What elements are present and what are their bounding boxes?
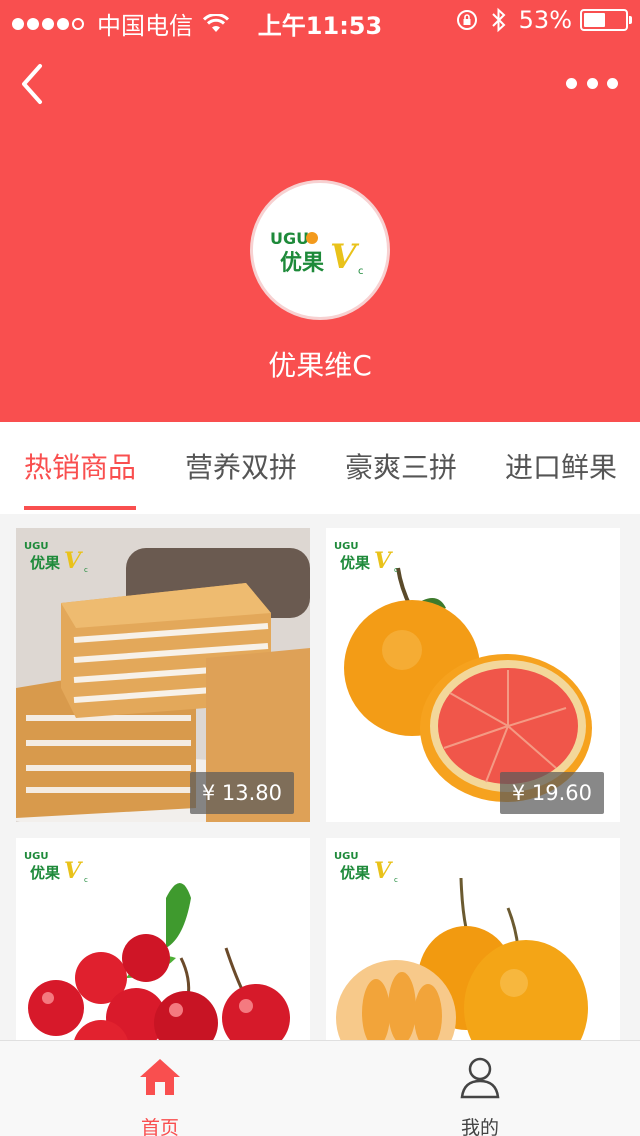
tab-home[interactable]: 首页 [0, 1041, 320, 1136]
bottom-tab-bar: 首页 我的 [0, 1040, 640, 1136]
product-card[interactable]: UGU 优果 V c ¥ 13.80 [16, 528, 310, 822]
product-grid: UGU 优果 V c ¥ 13.80 UGU 优果 V c ¥ 19.60 UG… [0, 514, 640, 1040]
price-tag: ¥ 13.80 [189, 772, 294, 814]
back-button[interactable] [18, 62, 58, 106]
rotation-lock-icon [456, 10, 477, 30]
store-header: 中国电信 上午11:53 53% UGU 优果 V c 优果维C [0, 0, 640, 422]
logo-sub: c [394, 566, 398, 574]
more-dot [586, 77, 598, 89]
logo-text-bottom: 优果 [340, 864, 371, 882]
home-icon [140, 1059, 180, 1095]
tab-nutrition-double[interactable]: 营养双拼 [185, 446, 297, 486]
status-bar: 中国电信 上午11:53 53% [0, 0, 640, 40]
logo-text-top: UGU [24, 851, 48, 862]
more-dot [607, 77, 618, 89]
more-dot [566, 77, 577, 89]
logo-text-bottom: 优果 [30, 554, 61, 572]
user-icon [460, 1057, 500, 1099]
tab-triple-combo[interactable]: 豪爽三拼 [345, 446, 457, 486]
brand-logo: UGU 优果 V c [334, 851, 398, 884]
battery-icon [580, 9, 632, 31]
logo-text-top: UGU [334, 851, 358, 862]
tab-home-label: 首页 [140, 1117, 179, 1136]
product-card[interactable]: UGU 优果 V c ¥ 19.60 [326, 528, 620, 822]
logo-letter: V [330, 237, 360, 277]
logo-text-bottom: 优果 [280, 250, 324, 276]
logo-text-top: UGU [334, 541, 358, 552]
store-name: 优果维C [268, 349, 372, 382]
logo-letter: V [374, 858, 393, 884]
active-tab-indicator [24, 506, 136, 510]
brand-logo: UGU 优果 V c [24, 851, 88, 884]
logo-text-top: UGU [24, 541, 48, 552]
logo-text-bottom: 优果 [340, 554, 371, 572]
product-card[interactable]: UGU 优果 V c [326, 838, 620, 1040]
brand-logo: UGU 优果 V c [270, 229, 364, 277]
tab-imported-fruit[interactable]: 进口鲜果 [505, 446, 617, 486]
battery-percent: 53% [518, 6, 572, 34]
category-tabs: 热销商品 营养双拼 豪爽三拼 进口鲜果 [0, 422, 640, 514]
logo-text-bottom: 优果 [30, 864, 61, 882]
logo-sub: c [84, 566, 88, 574]
logo-letter: V [374, 548, 393, 574]
more-button[interactable] [566, 68, 618, 98]
brand-logo: UGU 优果 V c [334, 541, 398, 574]
bluetooth-icon [491, 7, 506, 33]
logo-letter: V [64, 858, 83, 884]
logo-letter: V [64, 548, 83, 574]
brand-logo: UGU 优果 V c [24, 541, 88, 574]
product-card[interactable]: UGU 优果 V c [16, 838, 310, 1040]
logo-sub: c [358, 266, 364, 277]
price-tag: ¥ 19.60 [499, 772, 604, 814]
logo-sub: c [394, 876, 398, 884]
tab-mine[interactable]: 我的 [320, 1041, 640, 1136]
logo-text-top: UGU [270, 229, 309, 248]
tab-hot-products[interactable]: 热销商品 [24, 446, 136, 486]
status-right: 53% [455, 6, 632, 34]
logo-sub: c [84, 876, 88, 884]
store-logo: UGU 优果 V c [250, 180, 390, 320]
tab-mine-label: 我的 [460, 1117, 499, 1136]
